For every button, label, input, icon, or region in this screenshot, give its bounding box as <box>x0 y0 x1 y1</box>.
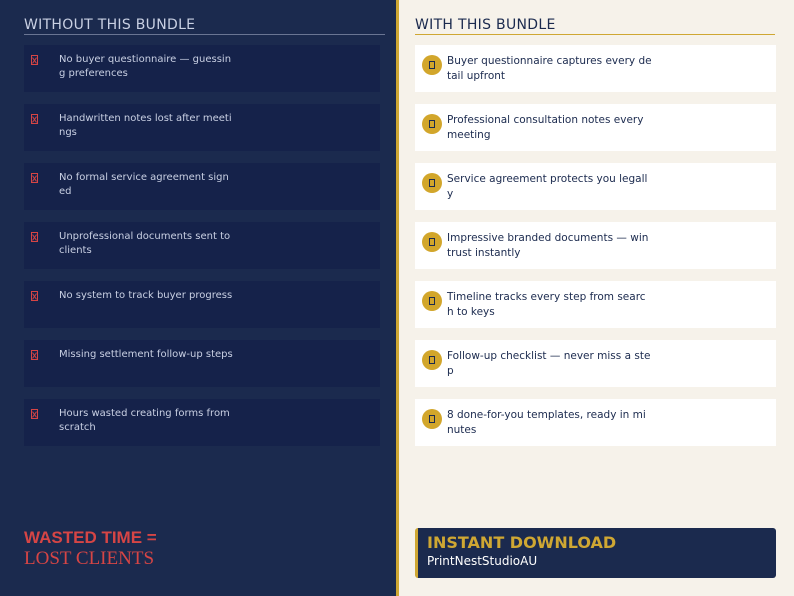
instant-download-title: INSTANT DOWNLOAD <box>427 533 617 552</box>
with-item-text: Timeline tracks every step from search t… <box>447 291 646 318</box>
check-icon <box>422 232 442 252</box>
with-bundle-rule <box>415 34 775 35</box>
cross-icon <box>31 114 38 124</box>
with-item-6: Follow-up checklist — never miss a step <box>415 340 776 387</box>
without-item-6: Missing settlement follow-up steps <box>24 340 380 387</box>
without-item-4: Unprofessional documents sent to clients <box>24 222 380 269</box>
without-item-text: No buyer questionnaire — guessing prefer… <box>59 54 232 79</box>
without-item-text: No formal service agreement signed <box>59 172 229 197</box>
with-item-text: Professional consultation notes every me… <box>447 114 644 141</box>
with-item-7: 8 done-for-you templates, ready in minut… <box>415 399 776 446</box>
with-bundle-panel: WITH THIS BUNDLE Buyer questionnaire cap… <box>399 0 794 596</box>
without-item-7: Hours wasted creating forms from scratch <box>24 399 380 446</box>
cross-icon <box>31 55 38 65</box>
check-icon <box>422 409 442 429</box>
with-item-text: Service agreement protects you legally <box>447 173 648 200</box>
without-item-text: Unprofessional documents sent to clients <box>59 231 231 256</box>
without-item-5: No system to track buyer progress <box>24 281 380 328</box>
check-icon <box>422 350 442 370</box>
without-item-text: Missing settlement follow-up steps <box>59 349 233 360</box>
with-item-2: Professional consultation notes every me… <box>415 104 776 151</box>
lost-clients-label: LOST CLIENTS <box>24 548 155 569</box>
without-item-2: Handwritten notes lost after meetings <box>24 104 380 151</box>
without-item-text: No system to track buyer progress <box>59 290 233 301</box>
without-item-text: Hours wasted creating forms from scratch <box>59 408 230 433</box>
without-item-text: Handwritten notes lost after meetings <box>59 113 232 138</box>
with-item-text: Buyer questionnaire captures every detai… <box>447 55 652 82</box>
cross-icon <box>31 291 38 301</box>
wasted-time-label: WASTED TIME = <box>24 528 157 547</box>
cross-icon <box>31 350 38 360</box>
instant-download-banner[interactable]: INSTANT DOWNLOAD PrintNestStudioAU <box>415 528 776 578</box>
shop-name: PrintNestStudioAU <box>427 554 538 568</box>
without-item-1: No buyer questionnaire — guessing prefer… <box>24 45 380 92</box>
without-bundle-rule <box>24 34 385 35</box>
check-icon <box>422 291 442 311</box>
without-item-3: No formal service agreement signed <box>24 163 380 210</box>
comparison-page: WITHOUT THIS BUNDLE No buyer questionnai… <box>0 0 794 596</box>
without-bundle-panel: WITHOUT THIS BUNDLE No buyer questionnai… <box>0 0 396 596</box>
cross-icon <box>31 173 38 183</box>
with-bundle-heading: WITH THIS BUNDLE <box>415 17 556 33</box>
without-bundle-heading: WITHOUT THIS BUNDLE <box>24 17 196 33</box>
with-item-3: Service agreement protects you legally <box>415 163 776 210</box>
check-icon <box>422 55 442 75</box>
check-icon <box>422 114 442 134</box>
cross-icon <box>31 409 38 419</box>
with-item-text: 8 done-for-you templates, ready in minut… <box>447 409 646 436</box>
with-item-text: Impressive branded documents — win trust… <box>447 232 649 259</box>
cross-icon <box>31 232 38 242</box>
with-item-4: Impressive branded documents — win trust… <box>415 222 776 269</box>
with-item-text: Follow-up checklist — never miss a step <box>447 350 651 377</box>
check-icon <box>422 173 442 193</box>
with-item-1: Buyer questionnaire captures every detai… <box>415 45 776 92</box>
with-item-5: Timeline tracks every step from search t… <box>415 281 776 328</box>
